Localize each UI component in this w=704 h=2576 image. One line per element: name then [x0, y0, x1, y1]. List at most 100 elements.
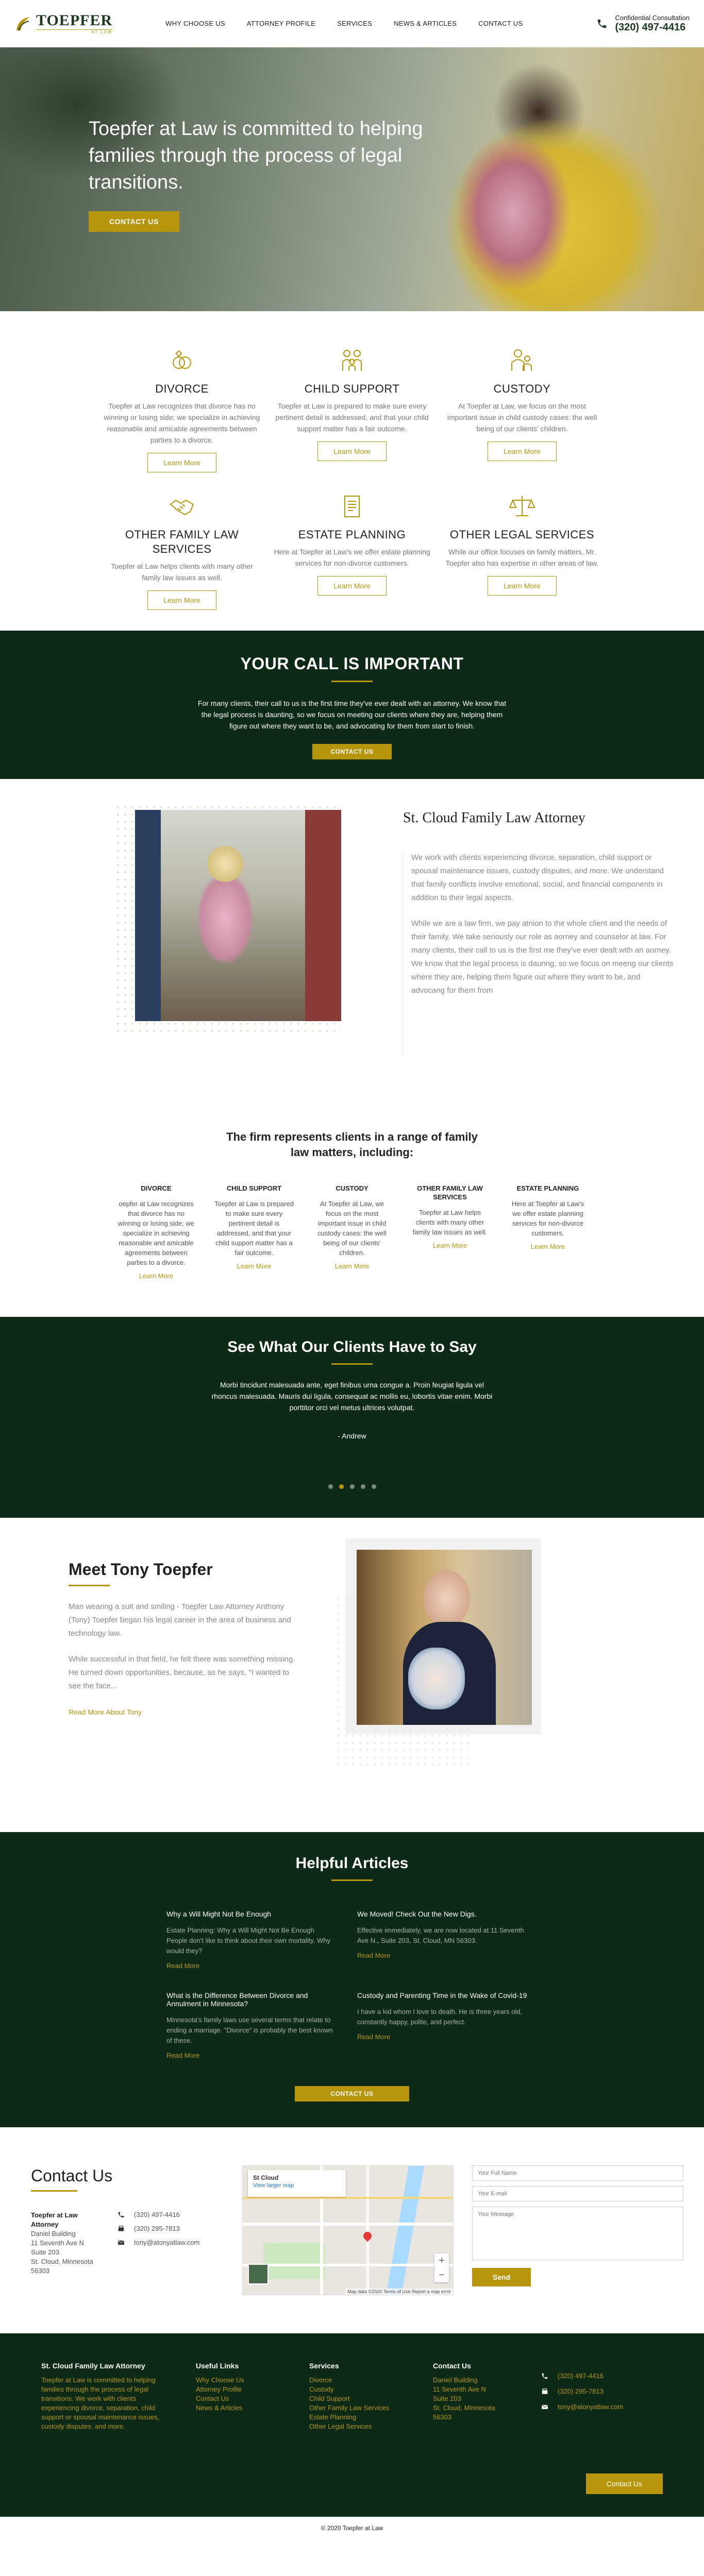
map-place-card: St Cloud View larger map — [248, 2170, 346, 2197]
logo[interactable]: TOEPFER AT LAW — [14, 12, 113, 35]
meet-title: Meet Tony Toepfer — [69, 1560, 213, 1579]
articles-contact-button[interactable]: CONTACT US — [294, 2086, 410, 2102]
title-divider — [331, 681, 373, 682]
footer-link-contact-us[interactable]: Contact Us — [196, 2395, 229, 2402]
read-more-link[interactable]: Read More — [357, 1952, 390, 1959]
view-larger-map-link[interactable]: View larger map — [253, 2182, 294, 2189]
header-phone-link[interactable]: (320) 497-4416 — [615, 22, 685, 33]
carousel-dot[interactable] — [349, 1484, 355, 1489]
zoom-in-button[interactable]: + — [434, 2253, 449, 2268]
carousel-dot[interactable] — [360, 1484, 365, 1489]
carousel-dot[interactable] — [328, 1484, 333, 1489]
practice-area-text: At Toepfer at Law, we focus on the most … — [317, 1200, 387, 1257]
service-title: OTHER LEGAL SERVICES — [449, 528, 595, 541]
nav-why-choose-us[interactable]: WHY CHOOSE US — [165, 20, 225, 27]
map-credits: Map data ©2020 Terms of Use Report a map… — [345, 2289, 453, 2295]
practice-area-divorce: DIVORCE oepfer at Law recognizes that di… — [107, 1184, 205, 1281]
contact-title: Contact Us — [31, 2166, 113, 2185]
footer-link-why-choose-us[interactable]: Why Choose Us — [196, 2376, 244, 2384]
learn-more-link[interactable]: Learn More — [531, 1243, 565, 1250]
article-title[interactable]: What is the Difference Between Divorce a… — [166, 1991, 337, 2008]
footer-service-other-family-law[interactable]: Other Family Law Services — [309, 2404, 389, 2412]
learn-more-link[interactable]: Learn More — [139, 1272, 173, 1280]
practice-area-text: Toepfer at Law is prepared to make sure … — [214, 1200, 294, 1257]
footer-service-other-legal[interactable]: Other Legal Services — [309, 2422, 372, 2430]
articles-section: Helpful Articles Why a Will Might Not Be… — [0, 1832, 704, 2127]
practice-area-title: ESTATE PLANNING — [516, 1184, 579, 1192]
document-icon — [344, 496, 360, 517]
article-title[interactable]: Why a Will Might Not Be Enough — [166, 1910, 337, 1918]
map-pin-icon[interactable] — [361, 2230, 374, 2242]
nav-services[interactable]: SERVICES — [337, 20, 372, 27]
learn-more-link[interactable]: Learn More — [433, 1242, 467, 1249]
footer-service-child-support[interactable]: Child Support — [309, 2395, 350, 2402]
service-text: Toepfer at Law recognizes that divorce h… — [104, 402, 260, 444]
call-contact-button[interactable]: CONTACT US — [312, 744, 392, 759]
footer-phone-link[interactable]: (320) 497-4416 — [558, 2371, 604, 2381]
footer-address-line: St. Cloud, Minnesota — [433, 2404, 495, 2412]
send-button[interactable]: Send — [472, 2268, 531, 2286]
article-title[interactable]: Custody and Parenting Time in the Wake o… — [357, 1991, 527, 1999]
footer-address-line: Suite 203 — [433, 2395, 461, 2402]
article-card: Why a Will Might Not Be Enough Estate Pl… — [166, 1910, 337, 1971]
practice-area-title: CUSTODY — [336, 1184, 368, 1192]
learn-more-button[interactable]: Learn More — [317, 576, 387, 596]
footer-link-news-articles[interactable]: News & Articles — [196, 2404, 242, 2412]
nav-attorney-profile[interactable]: ATTORNEY PROFILE — [247, 20, 315, 27]
call-text: For many clients, their call to us is th… — [197, 699, 507, 730]
meet-attorney-section: Meet Tony Toepfer Man wearing a suit and… — [0, 1518, 704, 1832]
service-text: Toepfer at Law helps clients with many o… — [111, 562, 253, 582]
footer-address-line: 11 Seventh Ave N — [433, 2385, 486, 2393]
call-important-section: YOUR CALL IS IMPORTANT For many clients,… — [0, 631, 704, 779]
zoom-out-button[interactable]: − — [434, 2268, 449, 2282]
meet-paragraph-1: Man wearing a suit and smiling - Toepfer… — [69, 1602, 291, 1638]
contact-email-link[interactable]: tony@atonyatlaw.com — [134, 2239, 199, 2246]
learn-more-link[interactable]: Learn More — [335, 1262, 369, 1270]
rings-icon — [173, 350, 191, 369]
satellite-toggle[interactable] — [248, 2264, 269, 2284]
learn-more-button[interactable]: Learn More — [147, 453, 216, 472]
fax-icon — [118, 2225, 124, 2231]
learn-more-button[interactable]: Learn More — [488, 576, 557, 596]
footer-service-divorce[interactable]: Divorce — [309, 2376, 332, 2384]
hero-contact-button[interactable]: CONTACT US — [89, 211, 179, 232]
message-input[interactable] — [472, 2207, 683, 2260]
hero-background-child — [457, 135, 570, 290]
article-title[interactable]: We Moved! Check Out the New Digs. — [357, 1910, 527, 1918]
carousel-dot[interactable] — [371, 1484, 376, 1489]
learn-more-button[interactable]: Learn More — [147, 590, 216, 610]
learn-more-button[interactable]: Learn More — [317, 442, 387, 461]
footer-link-attorney-profile[interactable]: Attorney Profile — [196, 2385, 242, 2393]
read-more-link[interactable]: Read More — [166, 2052, 199, 2059]
email-input[interactable] — [472, 2186, 683, 2201]
service-card-child-support: CHILD SUPPORT Toepfer at Law is prepared… — [267, 347, 437, 472]
footer-service-custody[interactable]: Custody — [309, 2385, 334, 2393]
read-more-link[interactable]: Read More — [357, 2033, 390, 2041]
footer-email-link[interactable]: tony@atonyatlaw.com — [558, 2402, 623, 2412]
map-zoom-control: + − — [434, 2253, 449, 2282]
practice-area-title: CHILD SUPPORT — [226, 1184, 282, 1192]
articles-title: Helpful Articles — [295, 1855, 409, 1872]
footer-contact-button[interactable]: Contact Us — [585, 2473, 663, 2494]
service-card-custody: CUSTODY At Toepfer at Law, we focus on t… — [437, 347, 607, 472]
learn-more-button[interactable]: Learn More — [488, 442, 557, 461]
read-more-link[interactable]: Read More — [166, 1962, 199, 1970]
nav-news-articles[interactable]: NEWS & ARTICLES — [394, 20, 457, 27]
meet-paragraph-2: While successful in that field, he felt … — [69, 1655, 295, 1690]
contact-phone-link[interactable]: (320) 497-4416 — [134, 2211, 180, 2218]
article-excerpt: I have a kid whom I love to death. He is… — [357, 2008, 523, 2026]
carousel-dot[interactable] — [339, 1484, 344, 1489]
read-more-about-tony-link[interactable]: Read More About Tony — [69, 1708, 142, 1716]
address-line: Suite 203 — [31, 2248, 59, 2256]
phone-icon — [118, 2212, 124, 2217]
location-map[interactable]: St Cloud View larger map + − Map data ©2… — [242, 2165, 454, 2295]
footer-service-estate-planning[interactable]: Estate Planning — [309, 2413, 356, 2421]
article-excerpt: Estate Planning: Why a Will Might Not Be… — [166, 1926, 331, 1955]
nav-contact-us[interactable]: CONTACT US — [478, 20, 523, 27]
service-card-other-legal: OTHER LEGAL SERVICES While our office fo… — [437, 493, 607, 610]
article-excerpt: Effective immediately, we are now locate… — [357, 1926, 524, 1944]
site-footer: St. Cloud Family Law Attorney Toepfer at… — [0, 2333, 704, 2517]
learn-more-link[interactable]: Learn More — [237, 1262, 271, 1270]
footer-about-title: St. Cloud Family Law Attorney — [41, 2362, 145, 2370]
full-name-input[interactable] — [472, 2165, 683, 2181]
